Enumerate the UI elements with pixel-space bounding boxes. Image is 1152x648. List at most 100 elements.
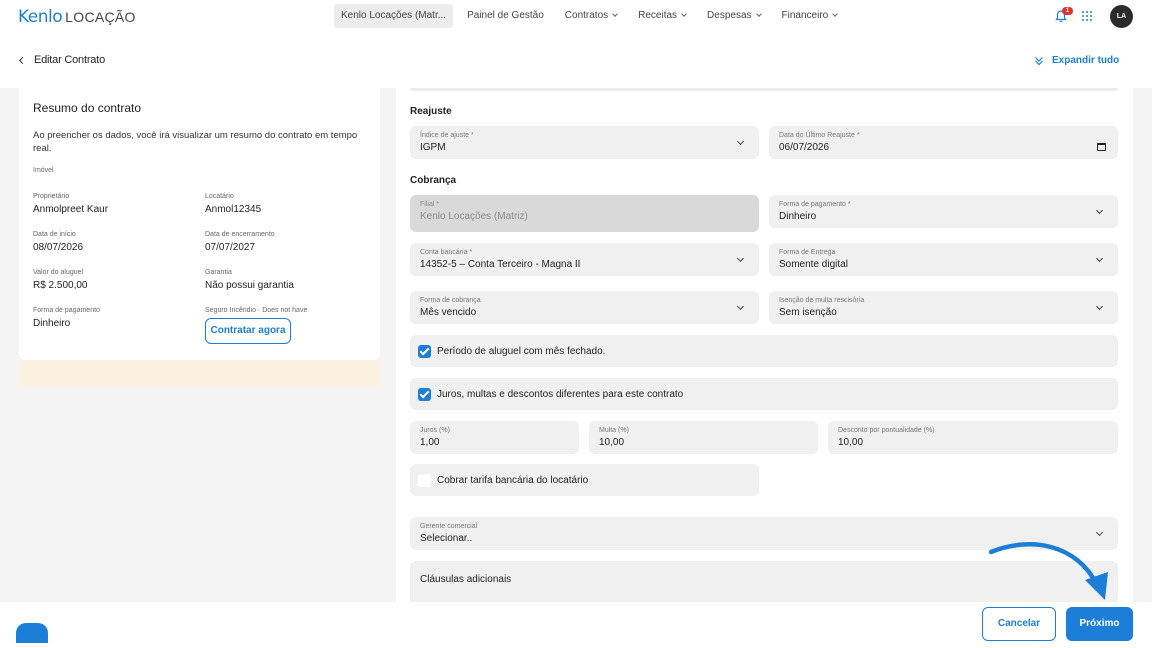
nav-despesas[interactable]: Despesas [700, 4, 767, 28]
locatario-label: Locatário [205, 193, 234, 200]
field-label: Multa (%) [599, 427, 629, 434]
forma-pagamento-select[interactable]: Forma de pagamento * Dinheiro [769, 195, 1118, 228]
chevron-down-icon [736, 302, 745, 311]
field-label: Filial * [420, 201, 440, 208]
field-label: Forma de Entrega [779, 249, 836, 256]
garantia-value: Não possui garantia [205, 280, 294, 291]
nav-label: Kenlo Locações (Matr... [341, 10, 447, 21]
field-value: Sem isenção [779, 307, 837, 318]
seguro-label: Seguro Incêndio · Does not have [205, 307, 308, 314]
indice-ajuste-select[interactable]: Índice de ajuste * IGPM [410, 126, 759, 159]
field-value: 10,00 [838, 437, 864, 448]
nav-label: Financeiro [781, 10, 829, 21]
cancel-button[interactable]: Cancelar [982, 607, 1056, 641]
field-value: Dinheiro [779, 211, 817, 222]
forma-entrega-select[interactable]: Forma de Entrega Somente digital [769, 243, 1118, 276]
summary-footer-bar [19, 360, 380, 387]
forma-cobranca-select[interactable]: Forma de cobrança Mês vencido [410, 291, 759, 324]
field-label: Cláusulas adicionais [420, 574, 512, 585]
proprietario-value: Anmolpreet Kaur [33, 204, 109, 215]
chevron-down-icon [832, 11, 839, 17]
nav-company-selector[interactable]: Kenlo Locações (Matr... [334, 4, 454, 28]
nav-financeiro[interactable]: Financeiro [775, 4, 845, 28]
summary-imovel-label: Imóvel [33, 167, 54, 174]
tarifa-bancaria-checkbox[interactable] [418, 473, 431, 487]
periodo-fechado-checkbox[interactable] [418, 344, 431, 358]
nav-painel-gestao[interactable]: Painel de Gestão [460, 4, 551, 28]
inicio-label: Data de início [33, 231, 76, 238]
conta-bancaria-select[interactable]: Conta bancária * 14352-5 – Conta Terceir… [410, 243, 759, 276]
isencao-multa-select[interactable]: Isenção de multa rescisória Sem isenção [769, 291, 1118, 324]
back-chevron-icon[interactable] [18, 56, 27, 65]
reajuste-section-title: Reajuste [410, 106, 452, 117]
apps-grid-icon[interactable] [1082, 11, 1093, 22]
chevron-down-icon [755, 11, 762, 17]
field-label: Conta bancária * [420, 249, 473, 256]
filial-field: Filial * Kenlo Locações (Matriz) [410, 195, 759, 232]
field-label: Juros (%) [420, 427, 450, 434]
field-value: Kenlo Locações (Matriz) [420, 211, 528, 222]
cobranca-section-title: Cobrança [410, 175, 457, 186]
checkbox-label: Período de aluguel com mês fechado. [437, 345, 606, 357]
chevron-down-icon [681, 11, 687, 17]
next-button[interactable]: Próximo [1066, 607, 1133, 641]
field-value: Selecionar.. [420, 533, 473, 544]
chevron-down-icon [1095, 302, 1104, 311]
desconto-pontualidade-input[interactable]: Desconto por pontualidade (%) 10,00 [828, 421, 1118, 454]
previous-section-edge [410, 88, 1118, 91]
summary-garantia: Garantia Não possui garantia [205, 269, 294, 291]
page-title: Editar Contrato [34, 54, 105, 66]
field-value: 10,00 [599, 437, 625, 448]
periodo-fechado-checkbox-row[interactable]: Período de aluguel com mês fechado. [410, 335, 1118, 367]
nav-label: Painel de Gestão [467, 10, 544, 21]
clausulas-adicionais-textarea[interactable]: Cláusulas adicionais [410, 561, 1118, 602]
nav-label: Receitas [638, 10, 678, 21]
field-label: Forma de pagamento * [779, 201, 851, 208]
ultimo-reajuste-date-input[interactable]: Data do Último Reajuste * 06/07/2026 [769, 126, 1118, 159]
summary-title: Resumo do contrato [33, 101, 142, 115]
summary-encerramento: Data de encerramento 07/07/2027 [205, 231, 275, 253]
juros-diferentes-checkbox[interactable] [418, 387, 431, 401]
user-avatar[interactable]: LA [1110, 5, 1133, 28]
calendar-icon[interactable] [1097, 143, 1106, 151]
expand-all-label: Expandir tudo [1052, 55, 1120, 66]
summary-seguro: Seguro Incêndio · Does not have [205, 307, 307, 318]
aluguel-label: Valor do aluguel [33, 269, 84, 276]
summary-proprietario: Proprietário Anmolpreet Kaur [33, 193, 108, 215]
page-header: Editar Contrato Expandir tudo [0, 34, 1152, 88]
checkbox-label: Juros, multas e descontos diferentes par… [437, 388, 684, 400]
field-label: Índice de ajuste * [420, 132, 474, 139]
field-value: IGPM [420, 142, 446, 153]
multa-input[interactable]: Multa (%) 10,00 [589, 421, 818, 454]
form-footer [0, 602, 1152, 648]
field-value: Somente digital [779, 259, 848, 270]
nav-receitas[interactable]: Receitas [631, 4, 693, 28]
top-navbar: Kenlo LOCAÇÃO Kenlo Locações (Matr... Pa… [0, 0, 1152, 34]
contratar-agora-button[interactable]: Contratar agora [205, 318, 291, 344]
nav-contratos[interactable]: Contratos [558, 4, 624, 28]
double-chevron-down-icon [1035, 56, 1043, 65]
juros-input[interactable]: Juros (%) 1,00 [410, 421, 579, 454]
summary-locatario: Locatário Anmol12345 [205, 193, 261, 215]
juros-diferentes-checkbox-row[interactable]: Juros, multas e descontos diferentes par… [410, 378, 1118, 410]
chat-widget-icon[interactable] [16, 623, 48, 643]
field-label: Isenção de multa rescisória [779, 297, 865, 304]
proprietario-label: Proprietário [33, 193, 70, 200]
tarifa-bancaria-checkbox-row[interactable]: Cobrar tarifa bancária do locatário [410, 464, 759, 496]
pagamento-label: Forma de pagamento [33, 307, 100, 314]
chevron-down-icon [736, 254, 745, 263]
field-value: 06/07/2026 [779, 142, 830, 153]
chevron-down-icon [612, 11, 618, 17]
garantia-label: Garantia [205, 269, 232, 276]
aluguel-value: R$ 2.500,00 [33, 280, 88, 291]
field-label: Forma de cobrança [420, 297, 481, 304]
gerente-comercial-select[interactable]: Gerente comercial Selecionar.. [410, 517, 1118, 550]
chevron-down-icon [736, 137, 745, 146]
summary-inicio: Data de início 08/07/2026 [33, 231, 83, 253]
field-label: Data do Último Reajuste * [779, 132, 860, 139]
chevron-down-icon [1095, 528, 1104, 537]
kenlo-logo[interactable]: Kenlo LOCAÇÃO [18, 7, 136, 27]
field-value: 1,00 [420, 437, 440, 448]
encerramento-value: 07/07/2027 [205, 242, 256, 253]
expand-all-button[interactable]: Expandir tudo [1034, 55, 1119, 66]
